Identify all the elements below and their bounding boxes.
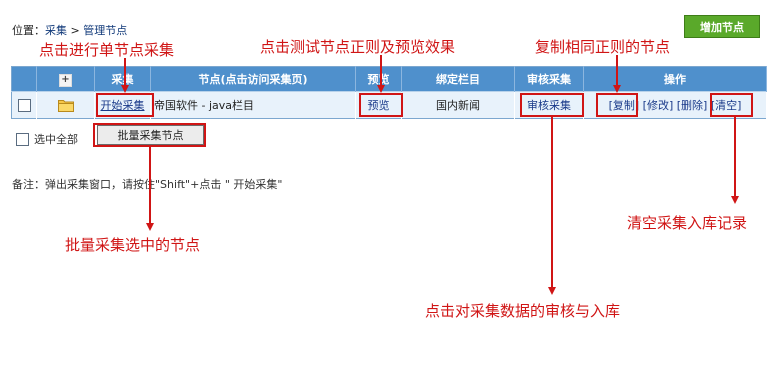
expand-all-icon[interactable]: + xyxy=(59,73,72,87)
breadcrumb-separator: > xyxy=(67,24,84,37)
highlight-copy xyxy=(596,93,638,117)
edit-link[interactable]: [修改] xyxy=(643,99,674,112)
breadcrumb-collect-link[interactable]: 采集 xyxy=(45,24,67,37)
highlight-review xyxy=(520,93,584,117)
arrow-single-collect-icon xyxy=(121,85,129,93)
breadcrumb-prefix: 位置： xyxy=(12,24,45,37)
row-node-cell: 帝国软件 - java栏目 xyxy=(150,91,356,119)
arrow-review-icon xyxy=(548,287,556,295)
header-expand-col: + xyxy=(36,66,95,92)
header-checkbox-col xyxy=(11,66,37,92)
connector-copy xyxy=(616,55,618,85)
annotation-clear-records: 清空采集入库记录 xyxy=(627,214,748,232)
highlight-preview xyxy=(359,93,403,117)
highlight-start-collect xyxy=(96,93,154,117)
arrow-batch-icon xyxy=(146,223,154,231)
highlight-clear xyxy=(710,93,753,117)
header-node: 节点(点击访问采集页) xyxy=(150,66,356,92)
connector-single-collect xyxy=(124,58,126,85)
breadcrumb: 位置：采集 > 管理节点 xyxy=(12,22,127,38)
annotation-single-collect: 点击进行单节点采集 xyxy=(39,41,175,59)
row-checkbox[interactable] xyxy=(17,98,31,112)
arrow-clear-icon xyxy=(731,196,739,204)
arrow-preview-icon xyxy=(377,85,385,93)
connector-review xyxy=(551,117,553,287)
connector-batch xyxy=(149,147,151,223)
annotation-review-import: 点击对采集数据的审核与入库 xyxy=(425,302,621,320)
select-all-row: 选中全部 xyxy=(16,131,78,147)
breadcrumb-manage-nodes-link[interactable]: 管理节点 xyxy=(83,24,127,37)
header-review: 审核采集 xyxy=(514,66,584,92)
delete-link[interactable]: [删除] xyxy=(677,99,708,112)
header-category: 绑定栏目 xyxy=(401,66,515,92)
connector-preview xyxy=(380,55,382,85)
header-ops: 操作 xyxy=(583,66,767,92)
row-category-cell: 国内新闻 xyxy=(401,91,515,119)
annotation-batch-selected: 批量采集选中的节点 xyxy=(65,236,201,254)
folder-icon xyxy=(57,99,74,112)
remark-text: 备注：弹出采集窗口，请按住"Shift"+点击 " 开始采集" xyxy=(12,178,283,191)
connector-clear xyxy=(734,117,736,196)
annotation-test-preview: 点击测试节点正则及预览效果 xyxy=(260,38,456,56)
highlight-batch xyxy=(93,123,206,147)
row-folder-cell xyxy=(36,91,95,119)
annotation-copy-rule: 复制相同正则的节点 xyxy=(535,38,671,56)
row-checkbox-cell xyxy=(11,91,37,119)
node-name-link[interactable]: 帝国软件 - java栏目 xyxy=(154,99,254,112)
add-node-button[interactable]: 增加节点 xyxy=(684,15,760,38)
select-all-label: 选中全部 xyxy=(34,133,78,146)
arrow-copy-icon xyxy=(613,85,621,93)
select-all-checkbox[interactable] xyxy=(16,132,29,146)
